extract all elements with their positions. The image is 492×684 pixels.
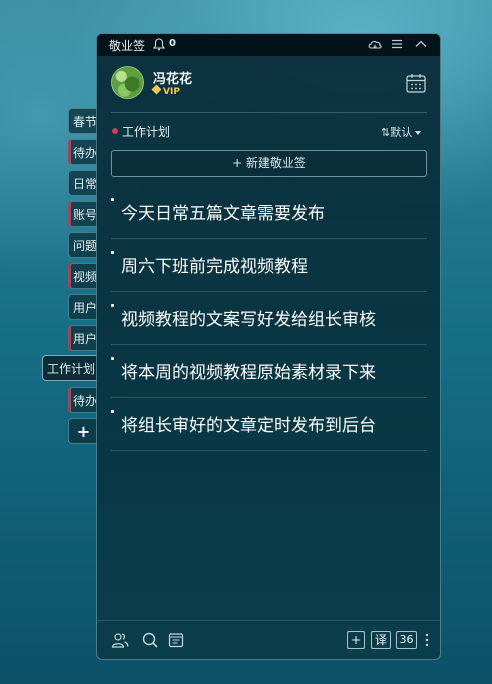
users-icon[interactable] bbox=[111, 631, 129, 649]
side-tab-issues[interactable]: 问题 bbox=[68, 232, 98, 258]
bullet-dot bbox=[111, 410, 114, 413]
bullet-dot bbox=[111, 357, 114, 360]
list-item[interactable]: 视频教程的文案写好发给组长审核 bbox=[111, 293, 427, 345]
vip-label: VIP bbox=[163, 87, 180, 97]
new-note-button[interactable]: + 新建敬业签 bbox=[111, 150, 427, 177]
side-tab-work-plan[interactable]: 工作计划 bbox=[42, 355, 98, 381]
sort-arrows-icon: ⇅ bbox=[381, 126, 391, 139]
bullet-dot bbox=[111, 304, 114, 307]
username: 冯花花 bbox=[153, 72, 193, 87]
list-item[interactable]: 将本周的视频教程原始素材录下来 bbox=[111, 346, 427, 398]
add-category-button[interactable]: + bbox=[68, 418, 98, 444]
bullet-dot bbox=[111, 198, 114, 201]
side-tab-video[interactable]: 视频 bbox=[68, 263, 98, 289]
translate-button[interactable]: 译 bbox=[371, 631, 391, 649]
category-color-dot bbox=[112, 128, 118, 134]
side-tab-users-2[interactable]: 用户 bbox=[68, 325, 98, 351]
calendar-icon[interactable] bbox=[405, 72, 427, 94]
category-title: 工作计划 bbox=[122, 125, 171, 139]
list-item[interactable]: 今天日常五篇文章需要发布 bbox=[111, 187, 427, 239]
diamond-icon bbox=[151, 84, 162, 95]
bell-icon[interactable] bbox=[153, 38, 165, 51]
caret-down-icon bbox=[415, 131, 422, 135]
app-title: 敬业签 bbox=[109, 39, 146, 53]
note-box-icon[interactable] bbox=[167, 631, 185, 649]
header-divider bbox=[111, 112, 427, 113]
note-count-button[interactable]: 36 bbox=[396, 631, 417, 649]
side-tab-todo[interactable]: 待办 bbox=[68, 139, 98, 165]
list-item[interactable]: 周六下班前完成视频教程 bbox=[111, 240, 427, 292]
note-text: 今天日常五篇文章需要发布 bbox=[121, 204, 325, 224]
note-text: 视频教程的文案写好发给组长审核 bbox=[121, 310, 376, 330]
side-tab-spring[interactable]: 春节 bbox=[68, 108, 98, 134]
sort-label: 默认 bbox=[390, 126, 413, 139]
note-text: 将组长审好的文章定时发布到后台 bbox=[121, 416, 376, 436]
note-list: 今天日常五篇文章需要发布 周六下班前完成视频教程 视频教程的文案写好发给组长审核… bbox=[111, 187, 427, 452]
footer-divider bbox=[97, 620, 440, 621]
cloud-sync-icon[interactable] bbox=[367, 36, 383, 52]
side-tab-users-1[interactable]: 用户 bbox=[68, 294, 98, 320]
add-note-button[interactable]: + bbox=[347, 631, 365, 649]
side-tab-todo-2[interactable]: 待办 bbox=[68, 387, 98, 413]
side-tab-daily[interactable]: 日常 bbox=[68, 170, 98, 196]
side-tab-accounts[interactable]: 账号 bbox=[68, 201, 98, 227]
avatar[interactable] bbox=[111, 66, 144, 99]
notification-count: 0 bbox=[169, 38, 176, 49]
bullet-dot bbox=[111, 251, 114, 254]
list-item[interactable]: 将组长审好的文章定时发布到后台 bbox=[111, 399, 427, 451]
more-vertical-icon[interactable] bbox=[424, 631, 430, 649]
vip-badge: VIP bbox=[151, 84, 180, 97]
sort-dropdown[interactable]: ⇅默认 bbox=[381, 124, 422, 140]
note-panel: 敬业签 0 冯花花 VIP 工作计划 ⇅默认 + 新建敬业签 今天日常五篇文章需… bbox=[96, 33, 441, 660]
chevron-up-icon[interactable] bbox=[413, 36, 429, 52]
title-bar[interactable]: 敬业签 0 bbox=[97, 34, 440, 56]
note-text: 将本周的视频教程原始素材录下来 bbox=[121, 363, 376, 383]
menu-icon[interactable] bbox=[389, 36, 405, 52]
search-icon[interactable] bbox=[141, 631, 159, 649]
note-text: 周六下班前完成视频教程 bbox=[121, 257, 308, 277]
